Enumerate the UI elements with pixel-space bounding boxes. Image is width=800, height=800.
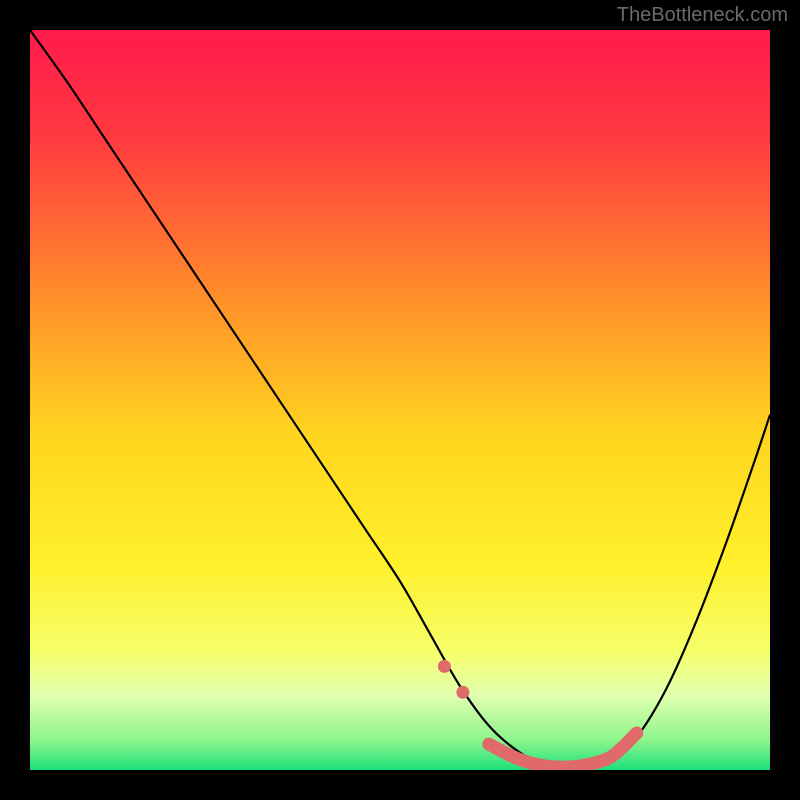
chart-svg <box>30 30 770 770</box>
chart-container <box>30 30 770 770</box>
highlight-dot <box>438 660 451 673</box>
watermark-text: TheBottleneck.com <box>617 4 788 27</box>
heat-background <box>30 30 770 770</box>
highlight-dot <box>456 686 469 699</box>
